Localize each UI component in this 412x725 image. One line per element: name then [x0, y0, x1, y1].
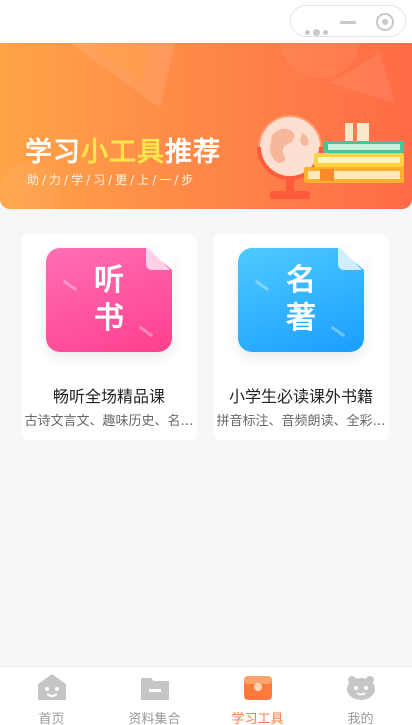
- toolbox-icon: [244, 676, 272, 700]
- banner-subtitle: 助/力/学/习/更/上/一/步: [27, 173, 197, 187]
- bottom-tab-bar: 首页 资料集合 学习工具 我的: [0, 666, 412, 725]
- tab-home[interactable]: 首页: [0, 667, 103, 725]
- tab-label: 学习工具: [231, 712, 284, 725]
- card-description: 古诗文言文、趣味历史、名…: [24, 414, 194, 429]
- tab-label: 首页: [38, 712, 65, 725]
- tab-label: 我的: [347, 712, 374, 725]
- tab-study-tools[interactable]: 学习工具: [206, 667, 309, 725]
- folder-icon: [141, 678, 169, 700]
- home-face-icon: [38, 674, 66, 700]
- target-circle-icon[interactable]: [376, 13, 394, 31]
- globe-books-illustration: [257, 115, 404, 199]
- profile-face-icon: [347, 676, 375, 700]
- card-description: 拼音标注、音频朗读、全彩…: [216, 414, 386, 429]
- classics-book-icon: 名 著: [238, 248, 364, 352]
- more-dots-icon[interactable]: [305, 20, 331, 39]
- tab-label: 资料集合: [128, 712, 181, 725]
- card-title: 畅听全场精品课: [52, 387, 165, 406]
- mini-program-capsule: [290, 5, 406, 37]
- tab-mine[interactable]: 我的: [309, 667, 412, 725]
- tool-card-classics[interactable]: 名 著 小学生必读课外书籍 拼音标注、音频朗读、全彩…: [213, 234, 389, 440]
- top-bar: [0, 0, 412, 43]
- tab-materials[interactable]: 资料集合: [103, 667, 206, 725]
- tools-banner[interactable]: 学习小工具推荐 助/力/学/习/更/上/一/步: [0, 43, 412, 209]
- audiobook-icon: 听 书: [46, 248, 172, 352]
- card-title: 小学生必读课外书籍: [228, 387, 373, 406]
- tool-card-audiobook[interactable]: 听 书 畅听全场精品课 古诗文言文、趣味历史、名…: [21, 234, 197, 440]
- minimize-icon[interactable]: [340, 21, 356, 24]
- banner-title: 学习小工具推荐: [25, 137, 221, 168]
